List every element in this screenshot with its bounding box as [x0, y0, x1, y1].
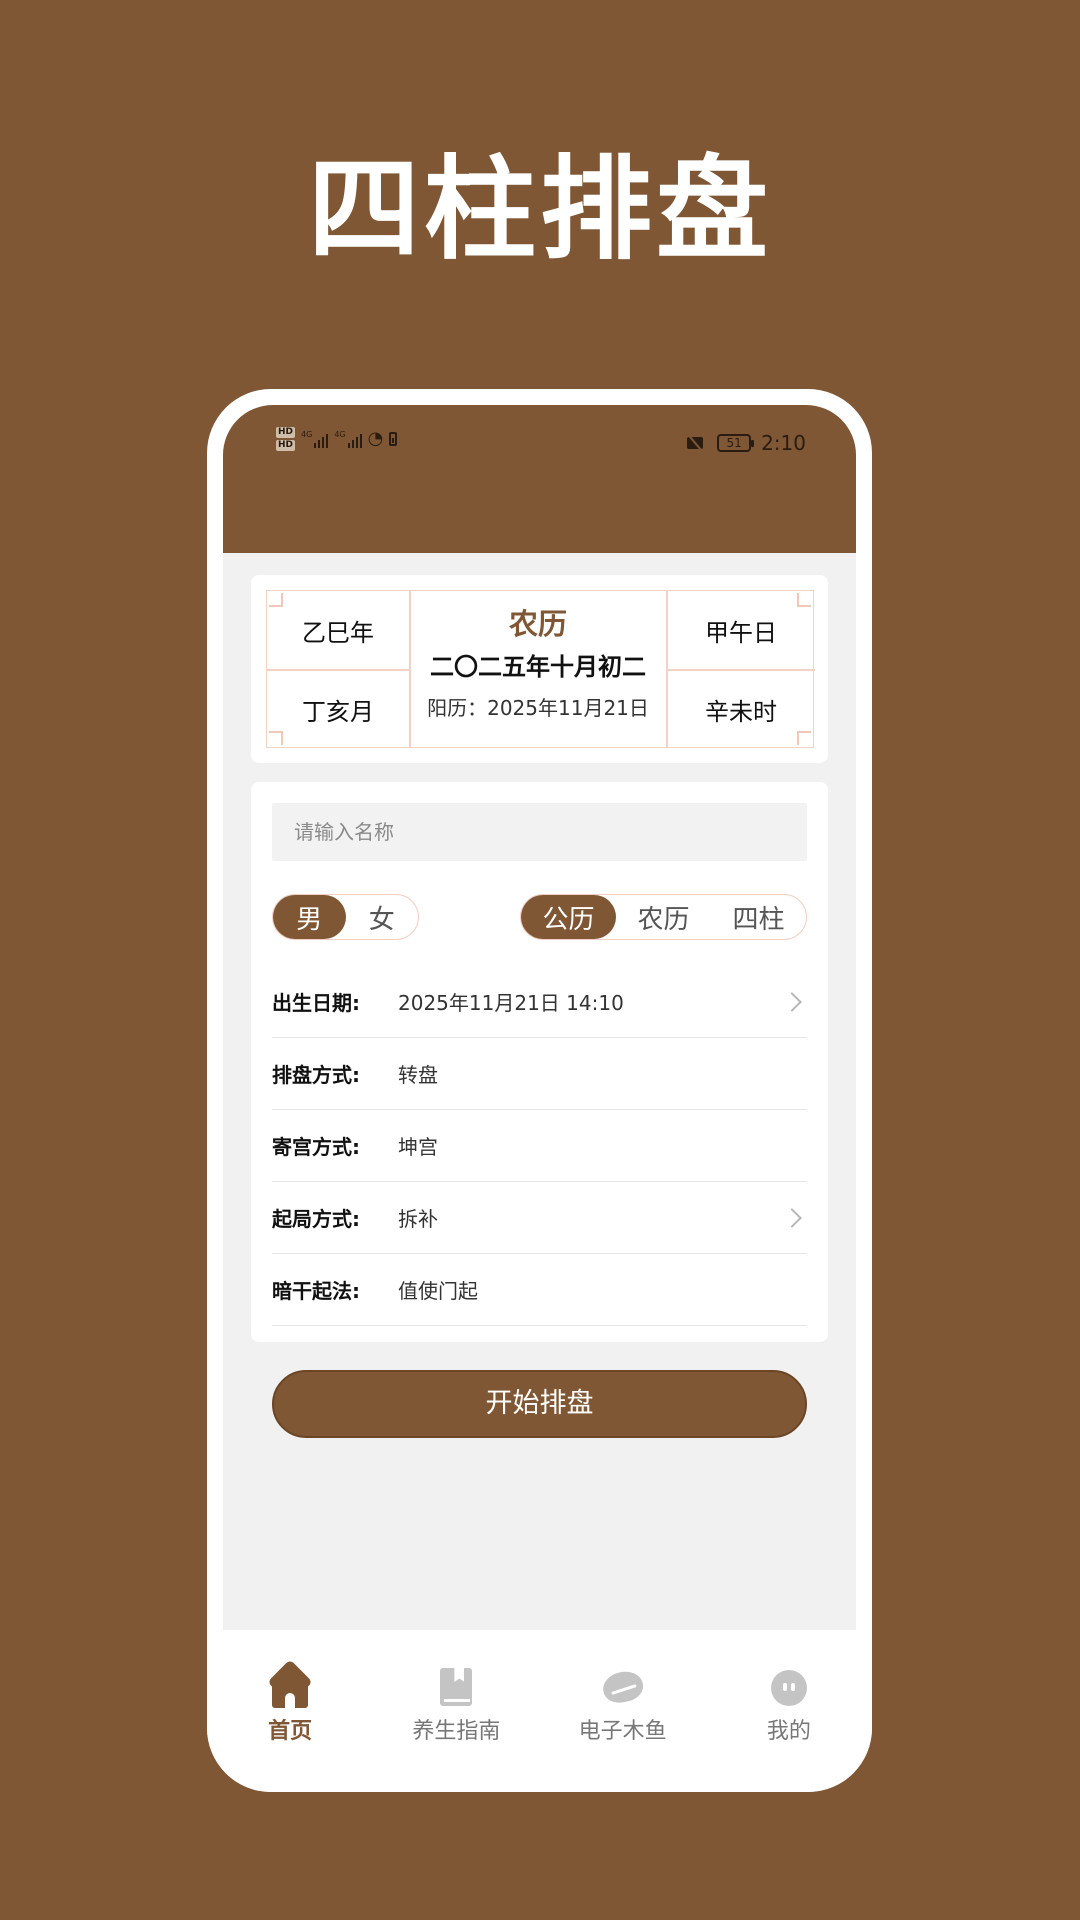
birth-date-row[interactable]: 出生日期: 2025年11月21日 14:10 [272, 966, 807, 1038]
solar-date: 阳历：2025年11月21日 [427, 696, 649, 720]
tab-label: 电子木鱼 [578, 1719, 667, 1744]
gender-option-male[interactable]: 男 [273, 895, 346, 939]
status-bar: HD HD 4G 4G ◔ 51 2:10 [223, 405, 856, 553]
calendar-option-four-pillars[interactable]: 四柱 [711, 895, 806, 939]
calendar-option-lunar[interactable]: 农历 [616, 895, 711, 939]
name-input[interactable] [272, 803, 807, 861]
hd-label-2: HD [276, 440, 296, 451]
phone-frame: HD HD 4G 4G ◔ 51 2:10 乙巳年 丁亥月 甲午日 辛未时 农历… [207, 389, 872, 1792]
row-label: 暗干起法: [272, 1279, 360, 1303]
tab-label: 我的 [766, 1719, 811, 1744]
gender-option-female[interactable]: 女 [346, 895, 419, 939]
start-method-row[interactable]: 起局方式: 拆补 [272, 1182, 807, 1254]
tab-home[interactable]: 首页 [207, 1630, 373, 1792]
lunar-label: 农历 [508, 607, 567, 641]
network-type-label: 4G [301, 430, 313, 439]
calendar-type-toggle: 公历 农历 四柱 [520, 894, 807, 940]
row-value: 坤宫 [398, 1135, 438, 1159]
signal-icon: 4G [334, 430, 362, 448]
hd-label-1: HD [276, 427, 296, 438]
battery-saver-icon [389, 432, 398, 446]
home-icon [268, 1666, 312, 1708]
app-screen: HD HD 4G 4G ◔ 51 2:10 乙巳年 丁亥月 甲午日 辛未时 农历… [223, 405, 856, 1760]
bottom-tab-bar: 首页 养生指南 电子木鱼 我的 [207, 1630, 872, 1792]
tab-label: 首页 [268, 1719, 313, 1744]
network-type-label: 4G [334, 430, 346, 439]
row-label: 起局方式: [272, 1207, 360, 1231]
row-value: 2025年11月21日 14:10 [398, 991, 624, 1015]
chevron-right-icon [782, 991, 802, 1012]
clock: 2:10 [761, 431, 806, 455]
layout-method-row[interactable]: 排盘方式: 转盘 [272, 1038, 807, 1110]
signal-icon: 4G [301, 430, 329, 448]
status-left: HD HD 4G 4G ◔ [276, 427, 398, 451]
start-chart-button[interactable]: 开始排盘 [272, 1370, 807, 1438]
profile-icon [767, 1666, 811, 1708]
hd-indicator: HD HD [276, 427, 296, 451]
row-label: 寄宫方式: [272, 1135, 360, 1159]
wifi-icon: ◔ [367, 428, 384, 449]
tab-label: 养生指南 [412, 1719, 501, 1744]
lunar-date: 二〇二五年十月初二 [430, 653, 646, 681]
calendar-grid: 乙巳年 丁亥月 甲午日 辛未时 农历 二〇二五年十月初二 阳历：2025年11月… [266, 590, 815, 749]
birth-form-card: 男 女 公历 农历 四柱 出生日期: 2025年11月21日 14:10 排盘方… [251, 782, 828, 1342]
row-label: 出生日期: [272, 991, 360, 1015]
hidden-stem-row[interactable]: 暗干起法: 值使门起 [272, 1254, 807, 1326]
tab-wooden-fish[interactable]: 电子木鱼 [540, 1630, 706, 1792]
calendar-card: 乙巳年 丁亥月 甲午日 辛未时 农历 二〇二五年十月初二 阳历：2025年11月… [251, 575, 828, 763]
book-icon [434, 1666, 478, 1708]
status-right: 51 2:10 [685, 431, 806, 455]
row-label: 排盘方式: [272, 1063, 360, 1087]
row-value: 值使门起 [398, 1279, 478, 1303]
tab-profile[interactable]: 我的 [706, 1630, 872, 1792]
wooden-fish-icon [601, 1666, 645, 1708]
gender-toggle: 男 女 [272, 894, 419, 940]
row-value: 拆补 [398, 1207, 438, 1231]
month-pillar: 丁亥月 [302, 698, 374, 726]
silent-mode-icon [685, 434, 707, 452]
palace-method-row[interactable]: 寄宫方式: 坤宫 [272, 1110, 807, 1182]
hour-pillar: 辛未时 [705, 698, 777, 726]
battery-icon: 51 [717, 434, 755, 452]
year-pillar: 乙巳年 [302, 618, 374, 647]
row-value: 转盘 [398, 1063, 438, 1087]
chevron-right-icon [782, 1207, 802, 1228]
day-pillar: 甲午日 [705, 618, 777, 647]
tab-health-guide[interactable]: 养生指南 [373, 1630, 539, 1792]
hero-title: 四柱排盘 [308, 145, 772, 275]
calendar-option-solar[interactable]: 公历 [521, 895, 616, 939]
date-center: 农历 二〇二五年十月初二 阳历：2025年11月21日 [410, 591, 666, 749]
